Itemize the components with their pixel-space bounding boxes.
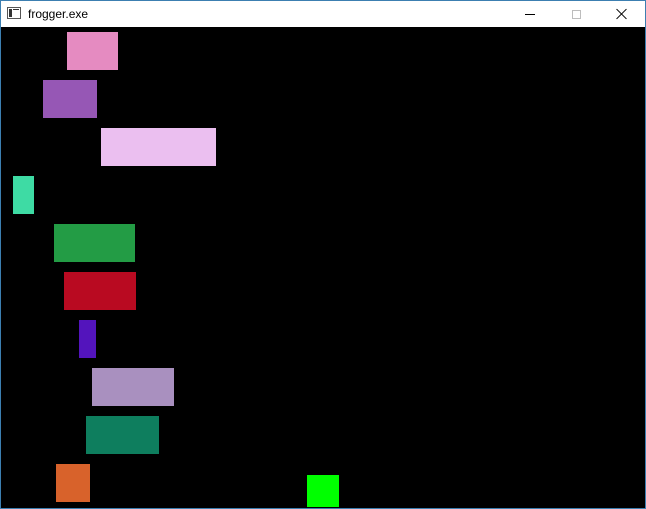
car-lane-1 <box>67 32 118 70</box>
maximize-button[interactable] <box>553 1 599 27</box>
close-icon <box>616 8 628 20</box>
car-lane-3 <box>101 128 216 166</box>
app-console-icon[interactable] <box>7 7 21 19</box>
frog-player <box>307 475 339 507</box>
car-lane-4 <box>13 176 34 214</box>
car-lane-2 <box>43 80 97 118</box>
close-button[interactable] <box>599 1 645 27</box>
car-lane-7 <box>79 320 96 358</box>
game-playfield[interactable] <box>1 27 645 508</box>
maximize-icon <box>571 9 581 19</box>
title-bar[interactable]: frogger.exe <box>1 1 645 27</box>
car-lane-8 <box>92 368 174 406</box>
car-lane-5 <box>54 224 135 262</box>
car-lane-10 <box>56 464 90 502</box>
car-lane-6 <box>64 272 136 310</box>
game-window: frogger.exe <box>0 0 646 509</box>
minimize-button[interactable] <box>507 1 553 27</box>
window-title: frogger.exe <box>28 7 89 21</box>
minimize-icon <box>525 13 535 15</box>
car-lane-9 <box>86 416 159 454</box>
